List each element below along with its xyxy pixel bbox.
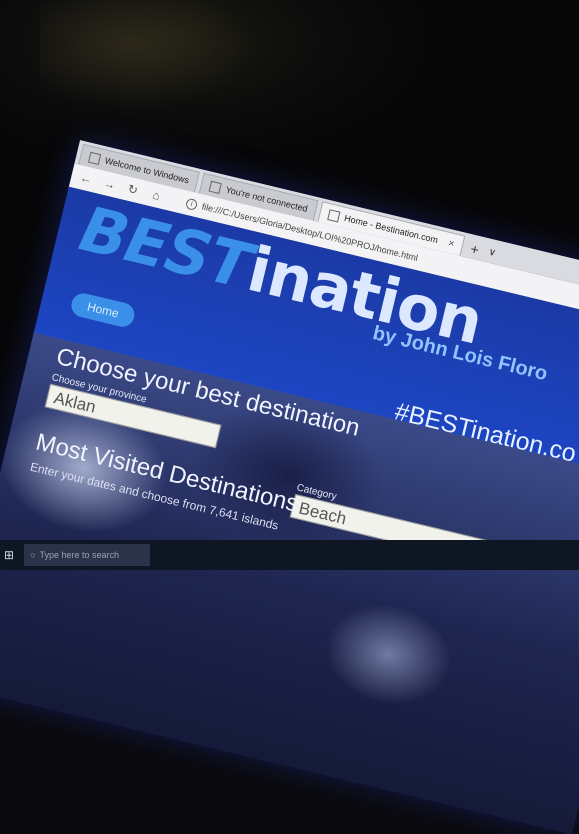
- refresh-icon[interactable]: ↻: [124, 181, 141, 198]
- main-menu: Home: [69, 290, 137, 330]
- laptop-screen: Welcome to Windows You're not connected …: [0, 140, 579, 834]
- taskbar-search[interactable]: ○ Type here to search: [24, 544, 151, 566]
- page-icon: [209, 180, 223, 194]
- start-icon[interactable]: ⊞: [4, 548, 14, 562]
- new-tab-button[interactable]: +: [468, 238, 481, 259]
- tab-list-button[interactable]: ∨: [486, 243, 498, 264]
- hero-section: Choose your best destination Choose your…: [0, 332, 579, 834]
- close-icon[interactable]: ×: [447, 238, 455, 250]
- menu-home-button[interactable]: Home: [69, 290, 137, 330]
- back-icon[interactable]: ←: [78, 170, 95, 187]
- search-icon: ○: [30, 550, 36, 560]
- windows-taskbar: ⊞ ○ Type here to search: [0, 540, 579, 570]
- page-icon: [327, 208, 341, 223]
- forward-icon[interactable]: →: [101, 176, 118, 193]
- info-icon[interactable]: i: [185, 197, 199, 211]
- windows-icon: [88, 151, 102, 165]
- home-icon[interactable]: ⌂: [148, 187, 165, 204]
- search-placeholder: Type here to search: [39, 550, 120, 560]
- ambient-light: [40, 0, 260, 110]
